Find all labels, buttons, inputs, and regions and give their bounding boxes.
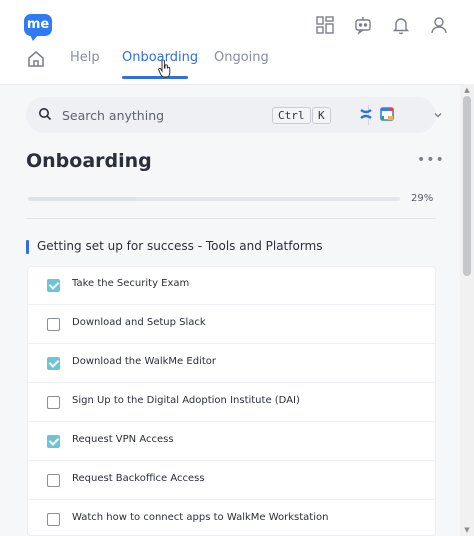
tab-help[interactable]: Help <box>70 50 100 65</box>
shortcut-k: K <box>312 107 331 124</box>
bell-icon[interactable] <box>390 14 412 36</box>
calendar-app-icon[interactable] <box>380 107 394 121</box>
bot-icon[interactable] <box>352 14 374 36</box>
task-item[interactable]: Request Backoffice Access <box>28 461 435 500</box>
task-item[interactable]: Download and Setup Slack <box>28 305 435 344</box>
progress-fill <box>28 197 136 201</box>
checkbox-checked[interactable] <box>47 357 60 370</box>
checkbox-unchecked[interactable] <box>47 318 60 331</box>
checkbox-checked[interactable] <box>47 435 60 448</box>
shortcut-ctrl: Ctrl <box>272 107 311 124</box>
apps-grid-icon[interactable] <box>314 14 336 36</box>
checkbox-unchecked[interactable] <box>47 396 60 409</box>
top-bar: me <box>0 0 474 48</box>
task-item[interactable]: Watch how to connect apps to WalkMe Work… <box>28 500 435 536</box>
more-options-icon[interactable]: ••• <box>417 152 445 168</box>
user-icon[interactable] <box>428 14 450 36</box>
task-label: Sign Up to the Digital Adoption Institut… <box>72 395 300 406</box>
scroll-down-icon[interactable]: ▼ <box>463 526 471 534</box>
page-title: Onboarding <box>26 150 152 172</box>
task-item[interactable]: Sign Up to the Digital Adoption Institut… <box>28 383 435 422</box>
task-item[interactable]: Download the WalkMe Editor <box>28 344 435 383</box>
section-title: Getting set up for success - Tools and P… <box>37 239 323 253</box>
task-label: Request VPN Access <box>72 434 174 445</box>
checkbox-unchecked[interactable] <box>47 474 60 487</box>
active-tab-indicator <box>122 76 188 79</box>
checkbox-checked[interactable] <box>47 279 60 292</box>
search-input[interactable] <box>62 105 262 125</box>
scrollbar-thumb[interactable] <box>463 96 471 276</box>
search-bar: Ctrl K <box>26 97 442 133</box>
search-icon <box>39 108 52 121</box>
walkme-logo[interactable]: me <box>24 14 52 36</box>
progress-percent: 29% <box>411 193 434 204</box>
task-item[interactable]: Request VPN Access <box>28 422 435 461</box>
task-label: Watch how to connect apps to WalkMe Work… <box>72 512 329 523</box>
divider <box>26 218 436 219</box>
tab-onboarding[interactable]: Onboarding <box>122 50 198 65</box>
tab-ongoing[interactable]: Ongoing <box>214 50 269 65</box>
task-label: Download the WalkMe Editor <box>72 356 216 367</box>
nav-tabs: Help Onboarding Ongoing <box>0 44 474 80</box>
home-icon[interactable] <box>26 49 46 69</box>
section-accent-bar <box>26 240 29 254</box>
checkbox-unchecked[interactable] <box>47 513 60 526</box>
confluence-icon[interactable] <box>359 107 373 121</box>
task-label: Download and Setup Slack <box>72 317 206 328</box>
task-label: Request Backoffice Access <box>72 473 205 484</box>
task-item[interactable]: Take the Security Exam <box>28 266 435 305</box>
task-label: Take the Security Exam <box>72 278 190 289</box>
top-icons <box>314 14 450 36</box>
scroll-up-icon[interactable]: ▲ <box>463 86 471 94</box>
chevron-down-icon[interactable] <box>432 109 444 121</box>
task-list: Take the Security Exam Download and Setup… <box>27 266 436 536</box>
progress-bar <box>28 197 400 201</box>
